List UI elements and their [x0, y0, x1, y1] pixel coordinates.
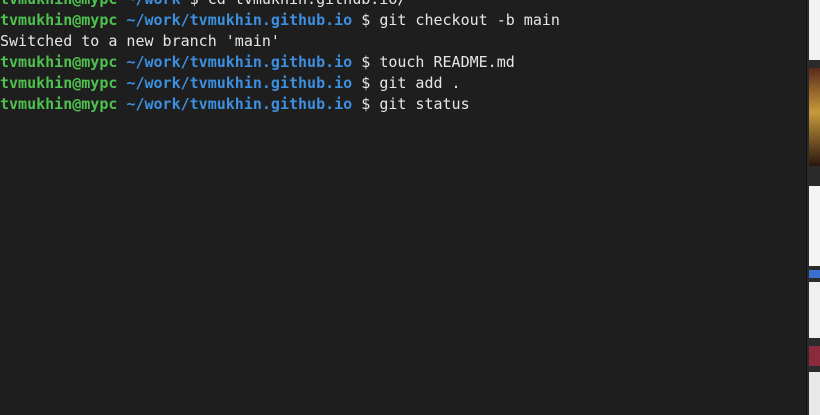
background-windows-strip: [806, 0, 820, 415]
background-window-thumbnail: [809, 270, 820, 278]
prompt-user-host: tvmukhin@mypc: [0, 0, 117, 8]
command-text: git status: [379, 95, 470, 113]
command-text: git checkout -b main: [379, 11, 560, 29]
terminal-line: tvmukhin@mypc ~/work/tvmukhin.github.io …: [0, 94, 560, 115]
prompt-user-host: tvmukhin@mypc: [0, 53, 118, 71]
command-text: git add .: [379, 74, 461, 92]
prompt-user-host: tvmukhin@mypc: [0, 11, 118, 29]
background-window-thumbnail: [809, 68, 820, 166]
terminal-output: tvmukhin@mypc ~/work $ cd tvmukhin.githu…: [0, 0, 560, 115]
command-output: Switched to a new branch 'main': [0, 32, 280, 50]
background-window-thumbnail: [809, 0, 820, 60]
terminal-line: tvmukhin@mypc ~/work/tvmukhin.github.io …: [0, 73, 560, 94]
prompt-user-host: tvmukhin@mypc: [0, 74, 118, 92]
command-text: touch README.md: [379, 53, 515, 71]
background-window-thumbnail: [809, 186, 820, 266]
terminal-line: tvmukhin@mypc ~/work/tvmukhin.github.io …: [0, 52, 560, 73]
terminal-line: Switched to a new branch 'main': [0, 31, 560, 52]
prompt-sign: $: [361, 53, 371, 71]
prompt-path: ~/work: [126, 0, 180, 8]
prompt-path: ~/work/tvmukhin.github.io: [126, 11, 353, 29]
background-window-thumbnail: [809, 282, 820, 338]
prompt-sign: $: [361, 11, 371, 29]
terminal-line: tvmukhin@mypc ~/work $ cd tvmukhin.githu…: [0, 0, 560, 10]
terminal-line: tvmukhin@mypc ~/work/tvmukhin.github.io …: [0, 10, 560, 31]
background-window-thumbnail: [809, 372, 820, 415]
background-window-thumbnail: [809, 346, 820, 366]
terminal-window[interactable]: tvmukhin@mypc ~/work $ cd tvmukhin.githu…: [0, 0, 806, 415]
prompt-path: ~/work/tvmukhin.github.io: [126, 53, 353, 71]
prompt-path: ~/work/tvmukhin.github.io: [126, 95, 353, 113]
prompt-path: ~/work/tvmukhin.github.io: [126, 74, 353, 92]
command-text: cd tvmukhin.github.io/: [208, 0, 407, 8]
prompt-user-host: tvmukhin@mypc: [0, 95, 118, 113]
prompt-sign: $: [190, 0, 199, 8]
prompt-sign: $: [361, 74, 371, 92]
prompt-sign: $: [361, 95, 371, 113]
